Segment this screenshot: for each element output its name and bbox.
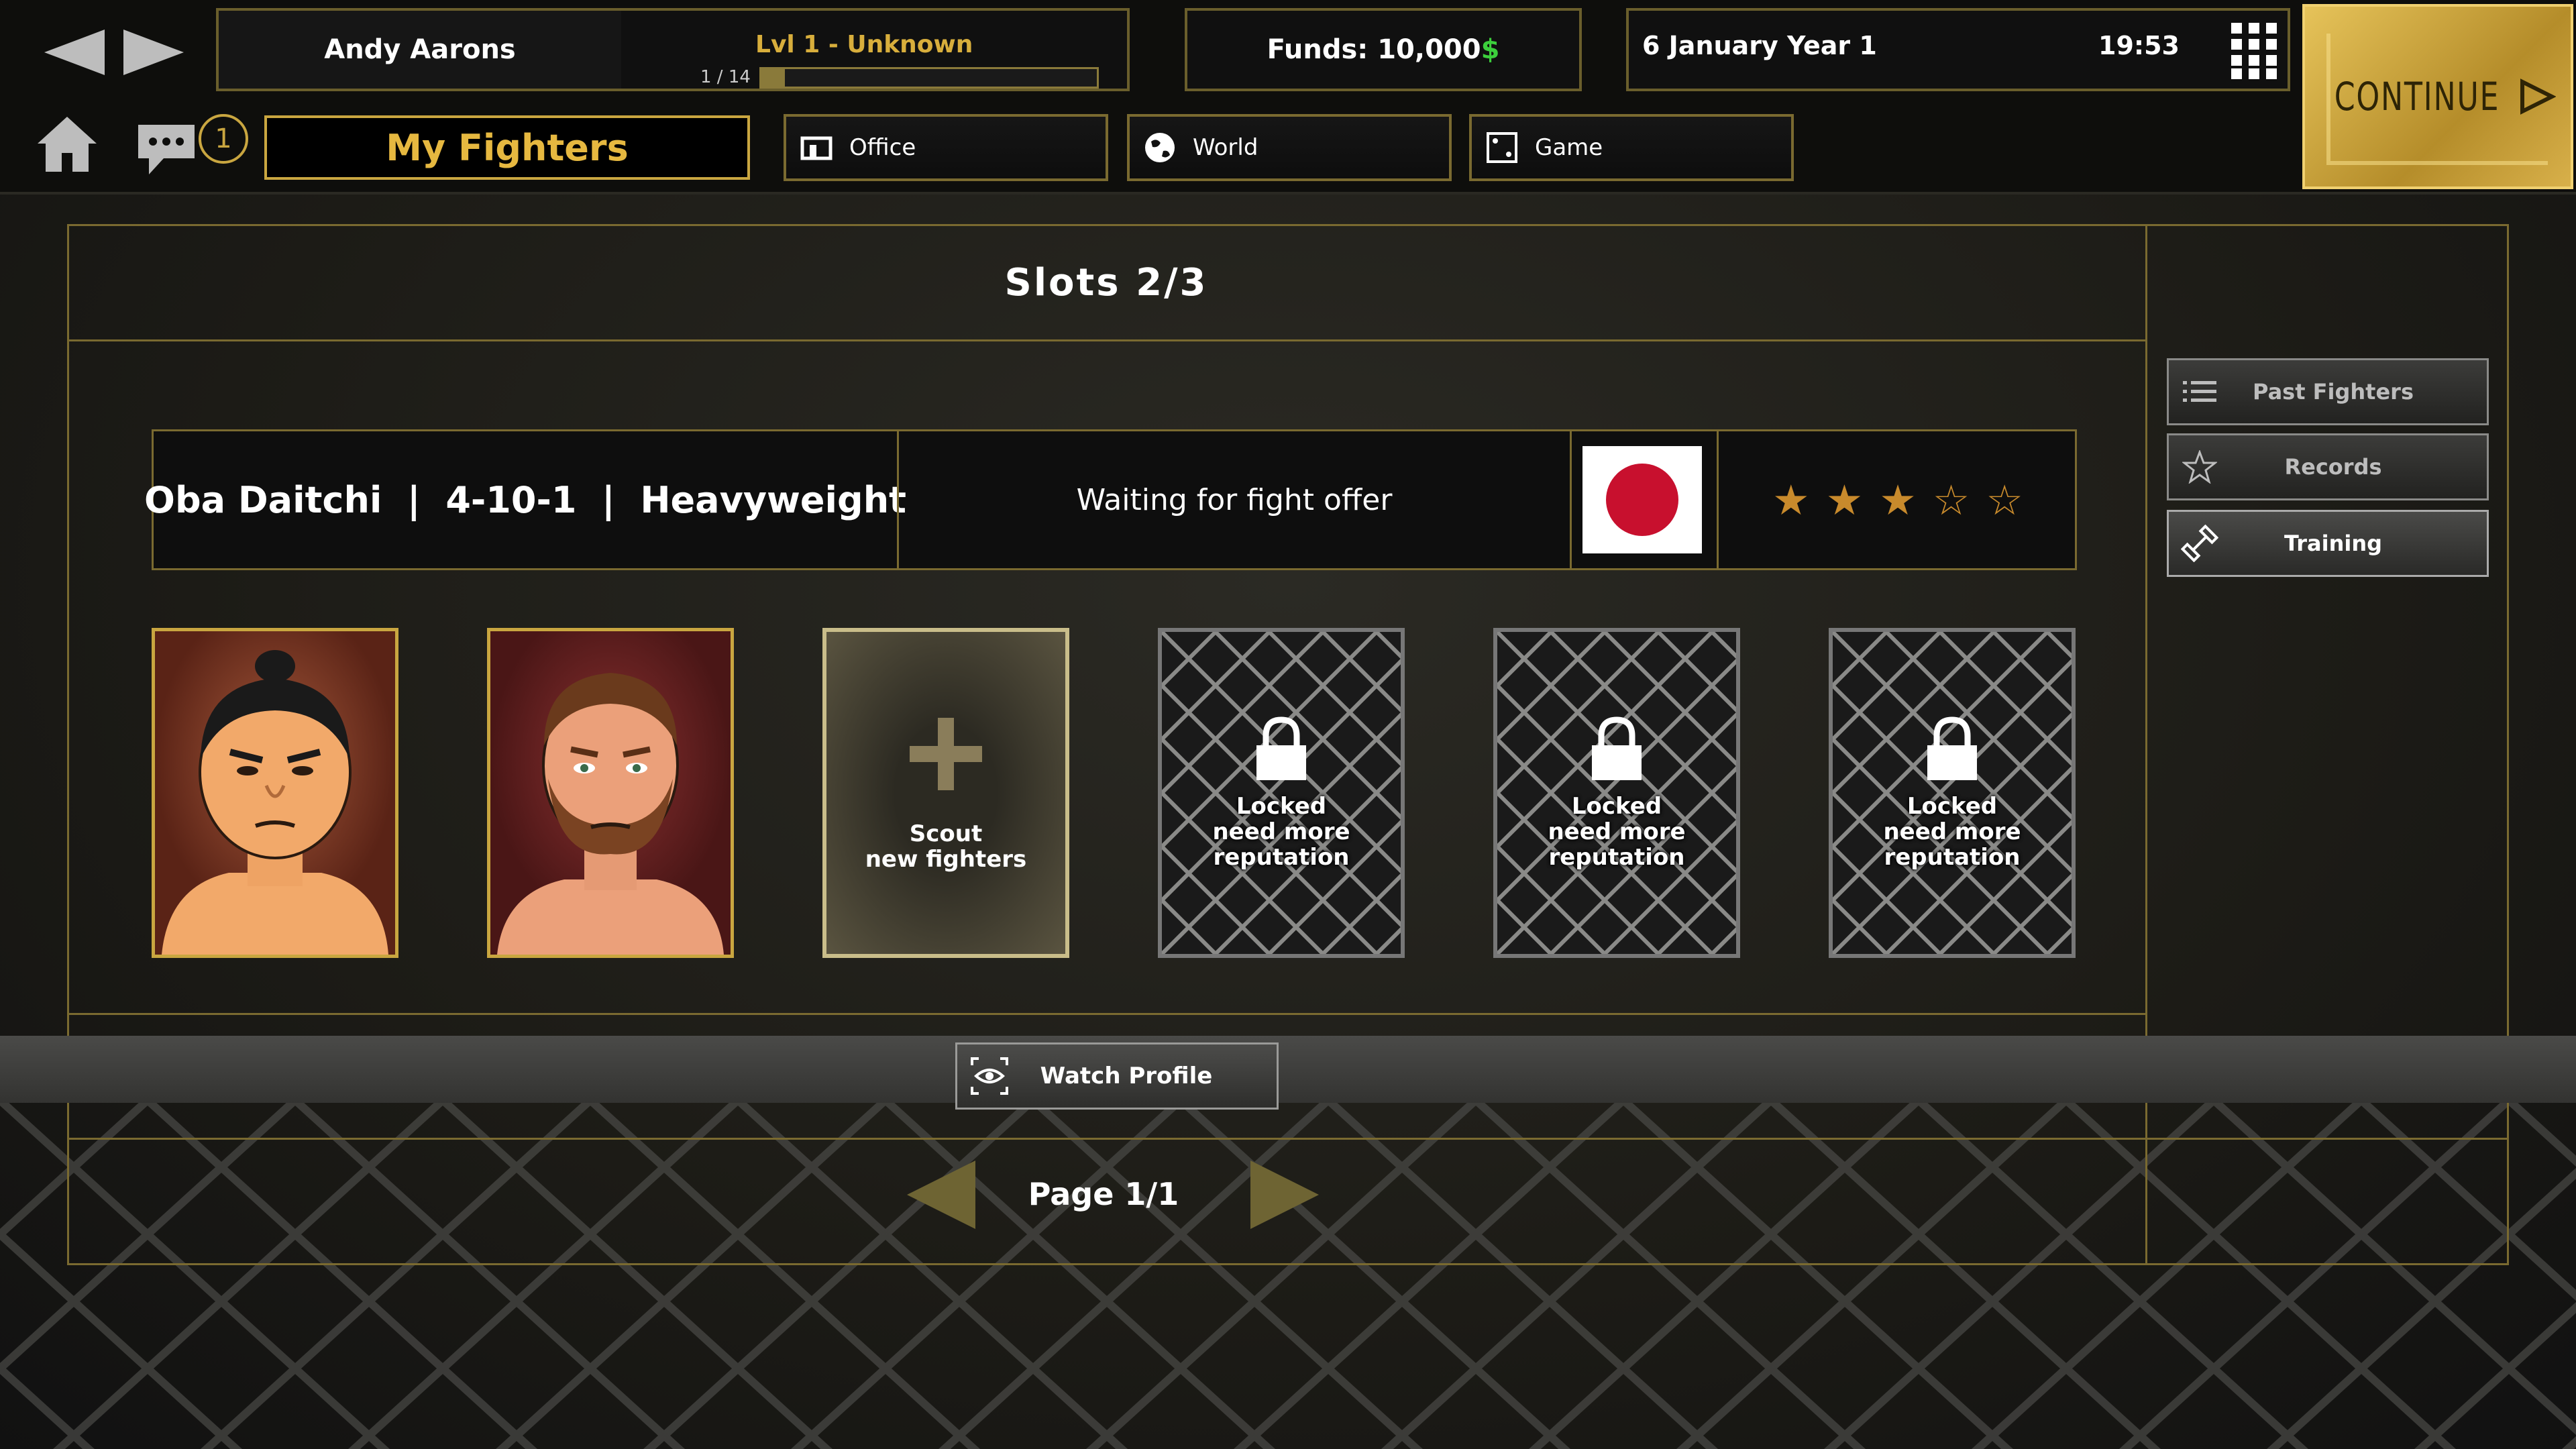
nav-office-button[interactable]: Office: [784, 114, 1108, 181]
divider: [67, 1013, 2147, 1015]
notification-badge[interactable]: 1: [199, 114, 248, 164]
fighter-portrait-card[interactable]: [487, 628, 734, 958]
records-button[interactable]: Records: [2167, 433, 2489, 500]
dice-icon: [1485, 131, 1519, 164]
nav-world-label: World: [1193, 134, 1258, 161]
forward-arrow-icon[interactable]: [121, 27, 188, 78]
xp-bar-fill: [761, 69, 785, 87]
nav-game-button[interactable]: Game: [1469, 114, 1794, 181]
watch-profile-label: Watch Profile: [1040, 1063, 1213, 1089]
watch-profile-button[interactable]: Watch Profile: [955, 1042, 1279, 1110]
locked-line1: Locked: [1236, 793, 1327, 820]
prev-page-arrow-icon[interactable]: [904, 1158, 978, 1232]
globe-icon: [1143, 131, 1177, 164]
funds-amount: Funds: 10,000: [1267, 34, 1481, 65]
page-indicator: Page 1/1: [1028, 1176, 1179, 1212]
calendar-grid-icon[interactable]: [2229, 20, 2279, 80]
japan-flag-icon: [1582, 446, 1702, 553]
lock-icon: [1256, 716, 1306, 780]
time-text: 19:53: [2098, 31, 2180, 60]
fighter-portrait-bearded: [490, 631, 731, 955]
date-panel: 6 January Year 1 19:53: [1626, 8, 2290, 91]
star-filled-icon: ★: [1879, 475, 1917, 525]
continue-label: CONTINUE: [2334, 74, 2500, 119]
scout-label-line2: new fighters: [865, 846, 1027, 873]
locked-slot-card: Locked need more reputation: [1829, 628, 2076, 958]
fighter-summary: Oba Daitchi | 4-10-1 | Heavyweight: [144, 478, 906, 521]
star-filled-icon: ★: [1825, 475, 1864, 525]
star-outline-icon: ☆: [1932, 475, 1970, 525]
manager-panel: Andy Aarons Lvl 1 - Unknown 1 / 14: [216, 8, 1130, 91]
divider: [2145, 224, 2147, 1265]
fighter-rating: ★ ★ ★ ☆ ☆: [1719, 431, 2077, 568]
training-label: Training: [2284, 531, 2383, 556]
locked-line2: need more: [1883, 818, 2021, 845]
funds-panel: Funds: 10,000 $: [1185, 8, 1582, 91]
locked-line1: Locked: [1907, 793, 1998, 820]
locked-line3: reputation: [1213, 844, 1350, 871]
nav-world-button[interactable]: World: [1127, 114, 1452, 181]
section-title: My Fighters: [264, 115, 750, 180]
locked-line3: reputation: [1884, 844, 2021, 871]
locked-line2: need more: [1548, 818, 1686, 845]
home-icon[interactable]: [35, 114, 99, 174]
lock-icon: [1927, 716, 1977, 780]
dumbbell-icon: [2180, 525, 2220, 562]
office-icon: [800, 131, 833, 164]
manager-level: Lvl 1 - Unknown: [755, 31, 973, 58]
manager-name: Andy Aarons: [219, 11, 621, 89]
back-arrow-icon[interactable]: [40, 27, 107, 78]
scout-label-line1: Scout: [909, 820, 983, 847]
nav-game-label: Game: [1535, 134, 1603, 161]
xp-text: 1 / 14: [700, 67, 751, 87]
plus-icon: [910, 718, 982, 790]
locked-line3: reputation: [1548, 844, 1685, 871]
star-outline-icon: ☆: [1986, 475, 2023, 525]
chat-icon[interactable]: [134, 121, 199, 178]
star-outline-icon: [2180, 450, 2220, 484]
locked-slot-card: Locked need more reputation: [1493, 628, 1740, 958]
past-fighters-button[interactable]: Past Fighters: [2167, 358, 2489, 425]
currency-symbol: $: [1481, 34, 1500, 65]
past-fighters-label: Past Fighters: [2252, 379, 2414, 405]
fighter-portrait-card[interactable]: [152, 628, 398, 958]
xp-bar: [759, 67, 1099, 89]
slots-label: Slots 2/3: [1004, 260, 1208, 305]
watch-profile-bar: [0, 1036, 2576, 1103]
date-text: 6 January Year 1: [1642, 31, 1877, 60]
locked-line1: Locked: [1571, 793, 1662, 820]
locked-slot-card: Locked need more reputation: [1158, 628, 1405, 958]
continue-button[interactable]: CONTINUE: [2302, 4, 2573, 189]
fighter-status: Waiting for fight offer: [1076, 482, 1393, 517]
nav-office-label: Office: [849, 134, 916, 161]
next-page-arrow-icon[interactable]: [1248, 1158, 1322, 1232]
list-icon: [2180, 380, 2220, 404]
star-filled-icon: ★: [1772, 475, 1810, 525]
training-button[interactable]: Training: [2167, 510, 2489, 577]
scout-new-fighters-card[interactable]: Scout new fighters: [822, 628, 1069, 958]
divider: [67, 1138, 2509, 1140]
divider: [67, 339, 2147, 341]
records-label: Records: [2284, 454, 2382, 480]
lock-icon: [1592, 716, 1642, 780]
eye-icon: [963, 1056, 1016, 1096]
locked-line2: need more: [1212, 818, 1350, 845]
fighter-portrait-oba: [155, 631, 395, 955]
fighter-info-row[interactable]: Oba Daitchi | 4-10-1 | Heavyweight Waiti…: [144, 429, 2077, 570]
